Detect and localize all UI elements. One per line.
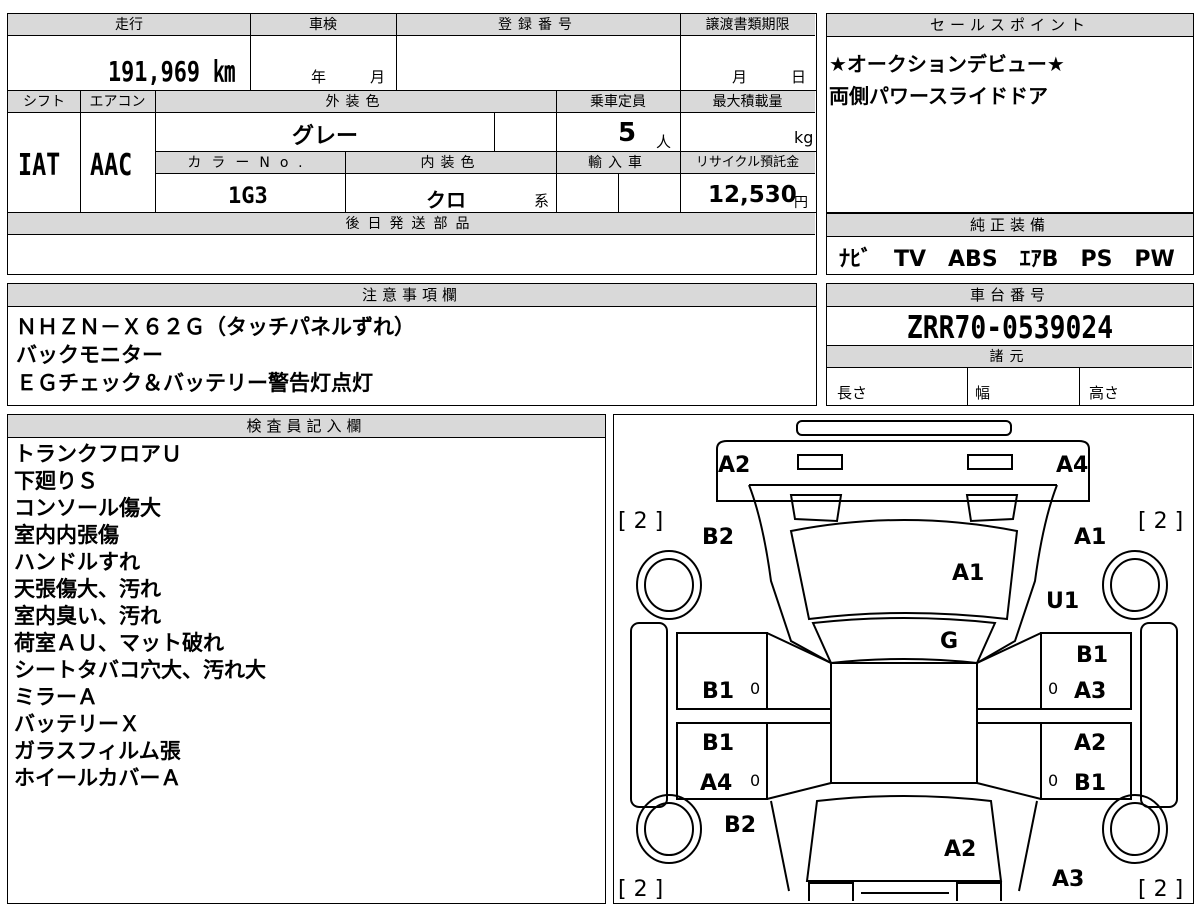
- bracket-bottom-left: [ 2 ]: [618, 877, 664, 902]
- inspector-line-12: ガラスフィルム張: [14, 739, 181, 763]
- inspector-line-1: トランクフロアＵ: [14, 442, 182, 466]
- later-parts-label: 後日発送部品: [8, 213, 815, 235]
- mark-front-right: A1: [1074, 525, 1107, 550]
- shift-value: IAT: [18, 148, 61, 183]
- height-label: 高さ: [1089, 384, 1120, 402]
- capacity-label: 乗車定員: [556, 91, 680, 113]
- mark-front-right-2: U1: [1046, 589, 1080, 614]
- inspector-line-11: バッテリーＸ: [14, 712, 140, 736]
- inspector-line-4: 室内内張傷: [14, 523, 119, 547]
- mark-left-rear-door-b: A4: [700, 771, 733, 796]
- interior-value: クロ: [426, 188, 466, 212]
- shift-label: シフト: [8, 91, 80, 113]
- bracket-top-right: [ 2 ]: [1138, 509, 1184, 534]
- import-label: 輸入車: [556, 152, 680, 174]
- notes-label: 注意事項欄: [8, 284, 816, 307]
- chassis-number: ZRR70-0539024: [906, 310, 1114, 346]
- bracket-top-left: [ 2 ]: [618, 509, 664, 534]
- equipment-box: 純正装備 ﾅﾋﾞ TV ABS ｴｱB PS PW: [826, 213, 1194, 275]
- inspector-line-7: 室内臭い、汚れ: [14, 604, 161, 628]
- interior-suffix: 系: [534, 192, 550, 210]
- mark-right-front-door-b: A3: [1074, 679, 1107, 704]
- sales-point-2: 両側パワースライドドア: [829, 84, 1048, 108]
- inspector-line-3: コンソール傷大: [14, 496, 161, 520]
- mark-rear-center: A2: [944, 837, 977, 862]
- mark-front-left: B2: [702, 525, 735, 550]
- mark-rear-right: A3: [1052, 867, 1085, 892]
- mark-left-rear-door-a: B1: [702, 731, 735, 756]
- mark-right-rear-door-b: B1: [1074, 771, 1107, 796]
- notes-box: 注意事項欄 ＮＨＺＮ－Ｘ６２Ｇ（タッチパネルずれ） バックモニター ＥＧチェック…: [7, 283, 817, 406]
- capacity-unit: 人: [656, 133, 672, 151]
- mark-left-front-door: B1: [702, 679, 735, 704]
- length-label: 長さ: [837, 384, 868, 402]
- interior-label: 内装色: [345, 152, 556, 174]
- transfer-day: 日: [791, 68, 807, 86]
- recycle-value: 12,530: [708, 182, 797, 208]
- note-line-1: ＮＨＺＮ－Ｘ６２Ｇ（タッチパネルずれ）: [16, 315, 415, 339]
- exterior-label: 外装色: [155, 91, 556, 113]
- zero-left-rear: 0: [750, 771, 761, 790]
- inspector-line-10: ミラーＡ: [14, 685, 98, 709]
- spec-label: 諸元: [827, 346, 1192, 368]
- inspector-line-8: 荷室ＡＵ、マット破れ: [14, 631, 224, 655]
- inspector-line-2: 下廻りＳ: [14, 469, 98, 493]
- note-line-2: バックモニター: [16, 343, 163, 367]
- mark-roof-front: G: [940, 629, 959, 654]
- mark-top-right: A4: [1056, 453, 1089, 478]
- color-no-label: カラーNo.: [155, 152, 345, 174]
- inspection-label: 車検: [250, 14, 396, 36]
- sales-points-label: セールスポイント: [827, 14, 1193, 37]
- inspector-line-13: ホイールカバーＡ: [14, 766, 182, 790]
- zero-left-front: 0: [750, 679, 761, 698]
- ac-value: AAC: [90, 148, 133, 183]
- equipment-value: ﾅﾋﾞ TV ABS ｴｱB PS PW: [839, 247, 1175, 272]
- vehicle-info-box: 走行 車検 登録番号 譲渡書類期限 191,969 ㎞ 年 月 月 日 シフト …: [7, 13, 817, 275]
- inspector-line-9: シートタバコ穴大、汚れ大: [14, 658, 266, 682]
- transfer-label: 譲渡書類期限: [680, 14, 815, 36]
- ac-label: エアコン: [80, 91, 155, 113]
- registration-label: 登録番号: [396, 14, 680, 36]
- recycle-unit: 円: [794, 195, 808, 211]
- exterior-value: グレー: [292, 124, 359, 149]
- damage-diagram-box: A2 A4 [ 2 ] [ 2 ] B2 A1 A1 U1 G B1 B1 0 …: [613, 414, 1194, 904]
- mark-right-rear-door-a: A2: [1074, 731, 1107, 756]
- mark-rear-left: B2: [724, 813, 757, 838]
- transfer-month: 月: [732, 68, 748, 86]
- sales-points-box: セールスポイント ★オークションデビュー★ 両側パワースライドドア: [826, 13, 1194, 213]
- mark-right-front-door-a: B1: [1076, 643, 1109, 668]
- equipment-label: 純正装備: [827, 214, 1193, 237]
- chassis-label: 車台番号: [827, 284, 1193, 307]
- sales-point-1: ★オークションデビュー★: [829, 52, 1065, 76]
- load-label: 最大積載量: [680, 91, 815, 113]
- mark-windshield: A1: [952, 561, 985, 586]
- mileage-label: 走行: [8, 14, 250, 36]
- inspector-label: 検査員記入欄: [8, 415, 605, 438]
- zero-right-front: 0: [1048, 679, 1059, 698]
- inspection-month: 月: [370, 68, 386, 86]
- mileage-value: 191,969 ㎞: [108, 55, 236, 88]
- load-unit: kg: [794, 128, 814, 147]
- inspector-line-5: ハンドルすれ: [14, 550, 140, 574]
- inspector-line-6: 天張傷大、汚れ: [14, 577, 161, 601]
- mark-top-left: A2: [718, 453, 751, 478]
- note-line-3: ＥＧチェック＆バッテリー警告灯点灯: [16, 371, 373, 395]
- width-label: 幅: [975, 384, 991, 402]
- inspection-year: 年: [311, 68, 327, 86]
- zero-right-rear: 0: [1048, 771, 1059, 790]
- chassis-box: 車台番号 ZRR70-0539024 諸元 長さ 幅 高さ: [826, 283, 1194, 406]
- bracket-bottom-right: [ 2 ]: [1138, 877, 1184, 902]
- recycle-label: リサイクル預託金: [680, 152, 815, 174]
- capacity-value: 5: [618, 118, 637, 148]
- color-no-value: 1G3: [228, 184, 268, 209]
- inspector-box: 検査員記入欄 トランクフロアＵ 下廻りＳ コンソール傷大 室内内張傷 ハンドルす…: [7, 414, 606, 904]
